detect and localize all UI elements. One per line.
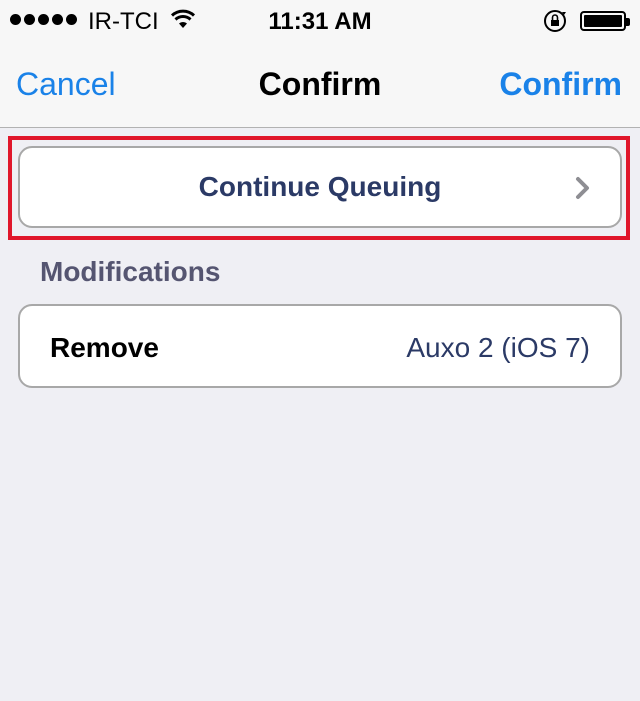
rotation-lock-icon [542,9,568,40]
confirm-button[interactable]: Confirm [499,66,622,103]
modification-row: Remove Auxo 2 (iOS 7) [18,304,622,388]
status-bar: IR-TCI 11:31 AM [0,0,640,40]
screen: IR-TCI 11:31 AM Cancel Confirm Confirm C… [0,0,640,701]
chevron-right-icon [574,176,592,205]
modification-action: Remove [50,332,159,363]
continue-queuing-label: Continue Queuing [198,171,442,202]
modification-package: Auxo 2 (iOS 7) [406,332,590,363]
modifications-header: Modifications [40,256,221,287]
battery-icon [580,11,630,31]
navigation-bar: Cancel Confirm Confirm [0,40,640,128]
continue-queuing-button[interactable]: Continue Queuing [18,146,622,228]
